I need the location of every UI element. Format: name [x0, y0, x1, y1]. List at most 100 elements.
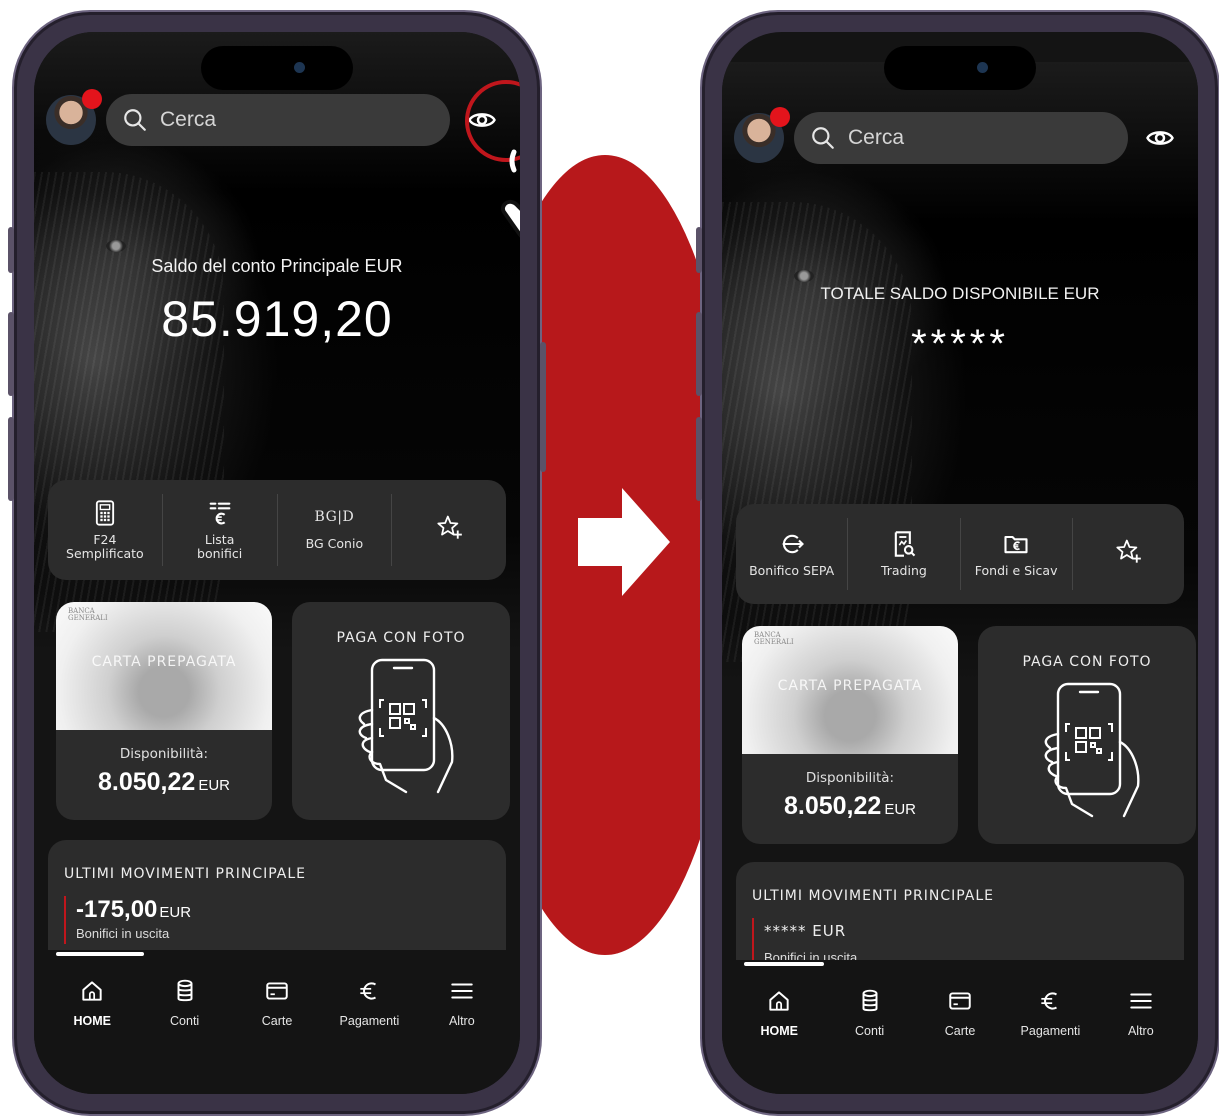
search-input[interactable]: Cerca [106, 94, 450, 146]
home-icon [769, 991, 789, 1011]
pay-by-photo-card[interactable]: PAGA CON FOTO [978, 626, 1196, 844]
phone-side-button [8, 227, 14, 273]
bottom-tab-bar: HOME Conti Carte Pagamenti Altro [722, 960, 1198, 1094]
phone-qr-hand-icon [1044, 682, 1140, 818]
phone-side-button [8, 417, 14, 501]
pay-by-photo-title: PAGA CON FOTO [336, 630, 466, 646]
tab-label: Conti [170, 1014, 200, 1028]
phone-side-button [696, 227, 702, 273]
search-icon [812, 127, 834, 149]
tab-label: HOME [73, 1014, 111, 1028]
search-input[interactable]: Cerca [794, 112, 1128, 164]
movement-indicator-bar [64, 896, 66, 944]
shortcut-label: BG Conio [305, 536, 364, 551]
movements-title: ULTIMI MOVIMENTI PRINCIPALE [752, 888, 994, 904]
avatar[interactable] [46, 89, 102, 145]
coins-icon [177, 979, 193, 1002]
shortcuts-bar: Bonifico SEPA Trading Fondi e Sicav [736, 504, 1184, 604]
movement-indicator-bar [752, 918, 754, 966]
shortcut-label: Trading [880, 563, 927, 578]
tab-label: Altro [448, 1014, 475, 1028]
shortcut-fondi-sicav[interactable]: Fondi e Sicav [961, 518, 1073, 590]
avatar[interactable] [734, 107, 790, 163]
visibility-toggle-button[interactable] [1134, 112, 1186, 164]
star-plus-icon [437, 515, 462, 539]
shortcut-bg-conio[interactable]: BG|D BG Conio [278, 494, 393, 566]
home-icon [82, 981, 102, 1001]
balance-label: Saldo del conto Principale EUR [151, 256, 403, 276]
tab-label: Pagamenti [339, 1014, 400, 1028]
search-placeholder: Cerca [160, 108, 217, 131]
scroll-indicator [744, 962, 824, 966]
tab-label: Pagamenti [1020, 1024, 1081, 1038]
notification-dot [770, 107, 790, 127]
shortcut-label: Fondi e Sicav [974, 563, 1058, 578]
card-icon [266, 982, 288, 1000]
shortcut-label: F24 Semplificato [66, 532, 144, 561]
availability-label: Disponibilità: [805, 770, 895, 786]
tab-home[interactable]: HOME [46, 978, 138, 1028]
shortcut-add-favorite[interactable] [1073, 518, 1184, 590]
tab-conti[interactable]: Conti [138, 978, 230, 1028]
shortcut-add-favorite[interactable] [392, 494, 506, 566]
menu-icon [1130, 993, 1152, 1009]
euro-transfer-icon [782, 534, 804, 554]
shortcut-label: Lista bonifici [197, 532, 243, 561]
eye-icon [1146, 131, 1174, 145]
tab-altro[interactable]: Altro [416, 978, 508, 1028]
shortcut-trading[interactable]: Trading [848, 518, 961, 590]
card-brand-logo: BANCA GENERALI [68, 607, 108, 622]
dynamic-island [201, 46, 353, 90]
tab-carte[interactable]: Carte [231, 978, 323, 1028]
euro-icon [1041, 992, 1058, 1010]
phone-before: Cerca Saldo del conto Principale EUR 85.… [8, 10, 546, 1116]
tab-carte[interactable]: Carte [915, 988, 1005, 1038]
phone-side-button [696, 417, 702, 501]
card-title: CARTA PREPAGATA [777, 678, 923, 694]
search-icon [124, 109, 146, 131]
search-placeholder: Cerca [848, 126, 905, 149]
card-title: CARTA PREPAGATA [91, 654, 237, 670]
availability-label: Disponibilità: [119, 746, 209, 762]
balance-amount: 85.919,20 [161, 291, 393, 347]
tab-altro[interactable]: Altro [1096, 988, 1186, 1038]
shortcut-label: Bonifico SEPA [749, 563, 835, 578]
tab-label: Conti [855, 1024, 885, 1038]
tab-pagamenti[interactable]: Pagamenti [1005, 988, 1095, 1038]
pointing-hand-icon [501, 149, 520, 238]
top-bar: Cerca [734, 107, 1186, 164]
card-image: BANCA GENERALI CARTA PREPAGATA [742, 626, 958, 754]
movement-description: Bonifici in uscita [76, 926, 170, 941]
tab-label: Carte [261, 1014, 293, 1028]
shortcut-bonifico-sepa[interactable]: Bonifico SEPA [736, 518, 849, 590]
card-icon [949, 992, 971, 1010]
app-screen: Cerca Saldo del conto Principale EUR 85.… [34, 32, 520, 1094]
shortcut-lista-bonifici[interactable]: Lista bonifici [163, 494, 278, 566]
f24-calculator-icon [95, 500, 114, 526]
phone-qr-hand-icon [358, 658, 454, 794]
movement-amount: -175,00 EUR [76, 896, 192, 923]
tab-label: Carte [944, 1024, 976, 1038]
tab-pagamenti[interactable]: Pagamenti [323, 978, 415, 1028]
availability-value: 8.050,22 EUR [98, 768, 230, 796]
menu-icon [451, 983, 473, 999]
notification-dot [82, 89, 102, 109]
shortcut-f24[interactable]: F24 Semplificato [48, 494, 163, 566]
bg-conio-logo: BG|D [314, 509, 355, 525]
tab-label: Altro [1127, 1024, 1154, 1038]
star-plus-icon [1116, 539, 1142, 563]
balance-label: TOTALE SALDO DISPONIBILE EUR [820, 284, 1100, 303]
tab-home[interactable]: HOME [734, 988, 824, 1038]
prepaid-card[interactable]: BANCA GENERALI CARTA PREPAGATA Disponibi… [742, 626, 958, 844]
movement-amount: ***** EUR [764, 922, 847, 940]
shortcuts-bar: F24 Semplificato Lista bonifici BG|D BG … [48, 480, 506, 580]
card-image: BANCA GENERALI CARTA PREPAGATA [56, 602, 272, 730]
prepaid-card[interactable]: BANCA GENERALI CARTA PREPAGATA Disponibi… [56, 602, 272, 820]
euro-folder-icon [1004, 535, 1028, 554]
right-arrow-icon [578, 488, 670, 596]
phone-after: Cerca TOTALE SALDO DISPONIBILE EUR *****… [696, 10, 1219, 1116]
tab-conti[interactable]: Conti [824, 988, 914, 1038]
phone-side-button [540, 342, 546, 472]
pay-by-photo-card[interactable]: PAGA CON FOTO [292, 602, 510, 820]
phone-side-button [696, 312, 702, 396]
